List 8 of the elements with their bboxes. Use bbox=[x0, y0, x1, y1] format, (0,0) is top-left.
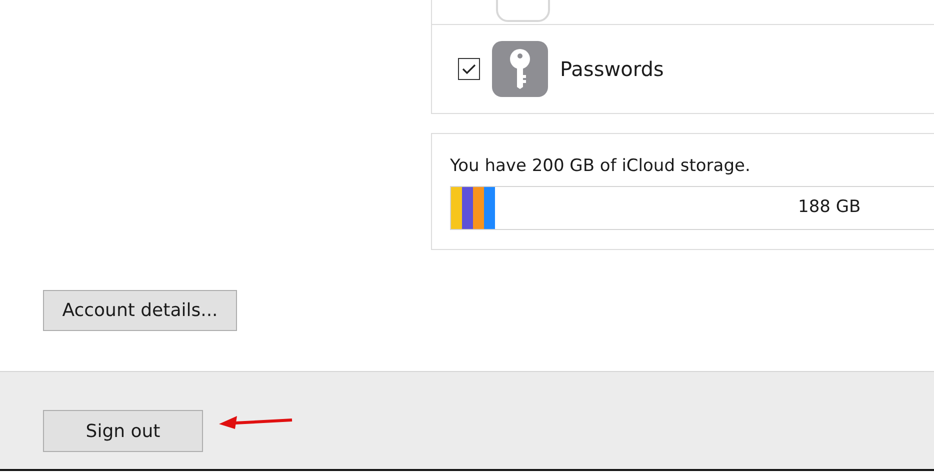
storage-summary: You have 200 GB of iCloud storage. bbox=[450, 156, 752, 176]
free-space-label: 188 GB bbox=[798, 197, 861, 217]
checkbox[interactable] bbox=[458, 58, 480, 80]
account-details-button[interactable]: Account details... bbox=[43, 290, 237, 331]
sign-out-button[interactable]: Sign out bbox=[43, 410, 203, 452]
service-label: Passwords bbox=[560, 57, 664, 81]
key-icon bbox=[492, 41, 548, 97]
check-icon bbox=[461, 62, 477, 76]
